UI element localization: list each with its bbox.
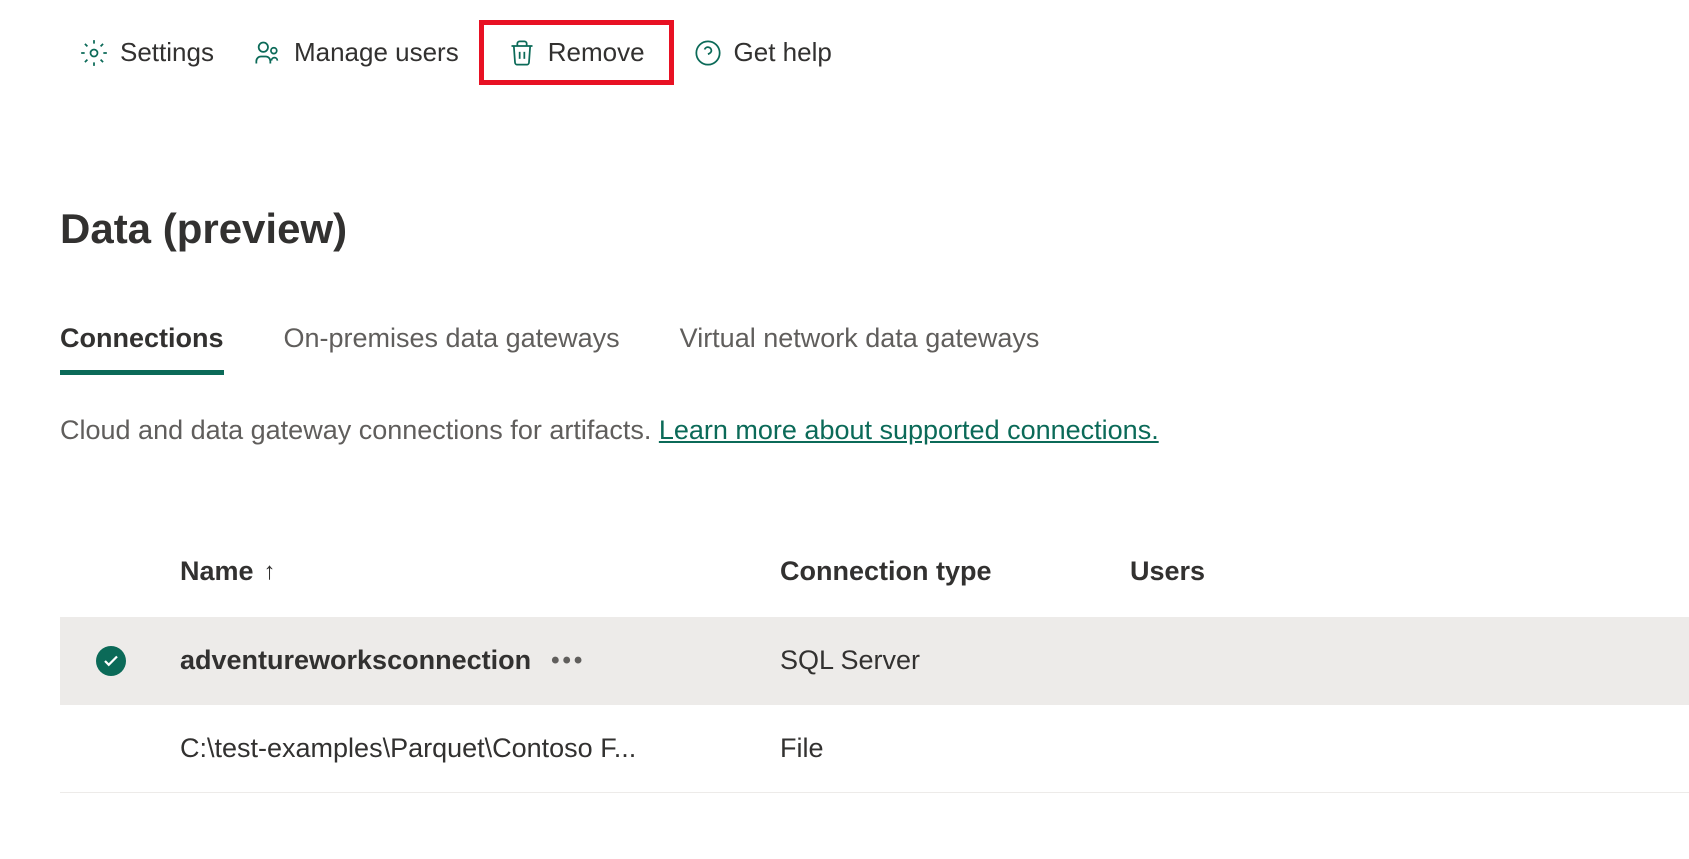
name-header-label: Name: [180, 556, 254, 587]
connection-type: SQL Server: [780, 645, 1130, 676]
sort-ascending-icon: ↑: [264, 558, 276, 586]
help-icon: [694, 39, 722, 67]
users-icon: [254, 39, 282, 67]
tab-connections[interactable]: Connections: [60, 323, 224, 375]
remove-label: Remove: [548, 37, 645, 68]
row-name-cell: adventureworksconnection •••: [180, 645, 780, 676]
toolbar: Settings Manage users Remove: [0, 20, 1689, 85]
connection-name: adventureworksconnection: [180, 645, 531, 676]
manage-users-label: Manage users: [294, 37, 459, 68]
tab-vnet-gateways[interactable]: Virtual network data gateways: [680, 323, 1040, 375]
table-header: Name ↑ Connection type Users: [60, 536, 1689, 617]
row-status: [90, 646, 180, 676]
tabs: Connections On-premises data gateways Vi…: [0, 323, 1689, 375]
table-row[interactable]: C:\test-examples\Parquet\Contoso F... Fi…: [60, 705, 1689, 793]
column-header-name[interactable]: Name ↑: [180, 556, 780, 587]
settings-button[interactable]: Settings: [60, 29, 234, 76]
page-description: Cloud and data gateway connections for a…: [0, 415, 1689, 446]
more-options-button[interactable]: •••: [551, 647, 585, 675]
trash-icon: [508, 39, 536, 67]
column-header-users[interactable]: Users: [1130, 556, 1330, 587]
manage-users-button[interactable]: Manage users: [234, 29, 479, 76]
connection-name: C:\test-examples\Parquet\Contoso F...: [180, 733, 636, 764]
description-text: Cloud and data gateway connections for a…: [60, 415, 659, 445]
row-name-cell: C:\test-examples\Parquet\Contoso F...: [180, 733, 780, 764]
learn-more-link[interactable]: Learn more about supported connections.: [659, 415, 1159, 445]
get-help-label: Get help: [734, 37, 832, 68]
table-row[interactable]: adventureworksconnection ••• SQL Server: [60, 617, 1689, 705]
tab-onprem-gateways[interactable]: On-premises data gateways: [284, 323, 620, 375]
get-help-button[interactable]: Get help: [674, 29, 852, 76]
column-header-type[interactable]: Connection type: [780, 556, 1130, 587]
settings-label: Settings: [120, 37, 214, 68]
connections-table: Name ↑ Connection type Users adventurewo…: [0, 536, 1689, 793]
checkmark-icon: [96, 646, 126, 676]
remove-button[interactable]: Remove: [479, 20, 674, 85]
connection-type: File: [780, 733, 1130, 764]
gear-icon: [80, 39, 108, 67]
page-title: Data (preview): [0, 205, 1689, 253]
